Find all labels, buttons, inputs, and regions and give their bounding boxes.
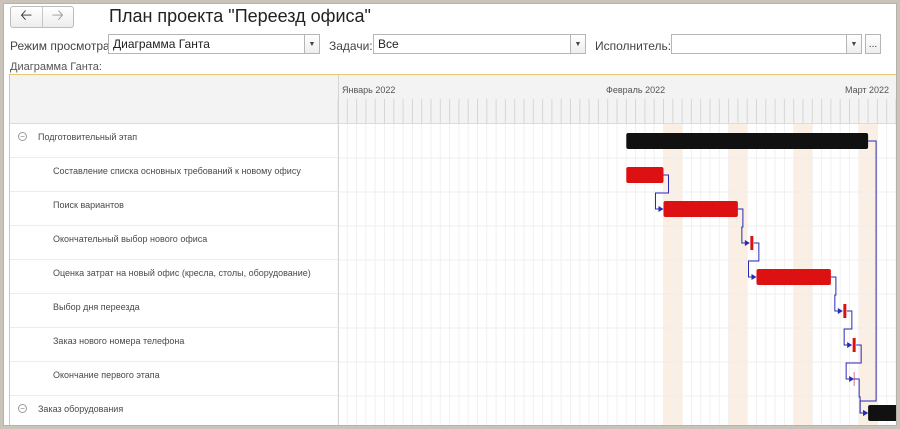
dependency-arrow xyxy=(658,206,664,212)
task-row[interactable]: Заказ нового номера телефона xyxy=(10,328,338,362)
task-name: Оценка затрат на новый офис (кресла, сто… xyxy=(53,268,311,278)
gantt-header: Январь 2022 Февраль 2022 Март 2022 xyxy=(10,75,896,124)
chevron-down-icon: ▼ xyxy=(850,40,858,48)
arrow-left-icon: 🡠 xyxy=(20,6,33,24)
tasks-select[interactable]: Все xyxy=(373,34,571,54)
dependency-arrow xyxy=(849,376,855,382)
task-name: Подготовительный этап xyxy=(38,132,138,142)
weekend-shade xyxy=(858,124,869,425)
summary-bar xyxy=(626,133,869,149)
milestone-marker xyxy=(852,338,856,352)
task-name: Окончание первого этапа xyxy=(53,370,160,380)
assignee-dropdown-button[interactable]: ▼ xyxy=(846,34,862,54)
tasks-dropdown-button[interactable]: ▼ xyxy=(570,34,586,54)
weekend-shade xyxy=(663,124,673,425)
gantt-section-label: Диаграмма Ганта: xyxy=(10,61,102,73)
task-bar xyxy=(663,201,738,217)
assignee-input[interactable] xyxy=(671,34,847,54)
back-button[interactable]: 🡠 xyxy=(11,7,43,27)
task-name: Заказ нового номера телефона xyxy=(53,336,185,346)
weekend-shade xyxy=(672,124,683,425)
view-mode-dropdown-button[interactable]: ▼ xyxy=(304,34,320,54)
navigation-buttons: 🡠 🡢 xyxy=(10,6,74,28)
collapse-icon[interactable]: − xyxy=(18,132,27,141)
task-row[interactable]: Составление списка основных требований к… xyxy=(10,158,338,192)
weekend-shade xyxy=(737,124,748,425)
task-name: Поиск вариантов xyxy=(53,200,124,210)
task-row[interactable]: − Подготовительный этап xyxy=(10,124,338,158)
collapse-icon[interactable]: − xyxy=(18,404,27,413)
task-row[interactable]: − Заказ оборудования xyxy=(10,396,338,425)
task-row[interactable]: Окончание первого этапа xyxy=(10,362,338,396)
task-name: Окончательный выбор нового офиса xyxy=(53,234,208,244)
dependency-arrow xyxy=(751,274,757,280)
gantt-splitter[interactable] xyxy=(338,75,339,425)
task-name: Выбор дня переезда xyxy=(53,302,140,312)
tasks-label: Задачи: xyxy=(329,39,373,53)
task-tree: − Подготовительный этап Составление списка… xyxy=(10,124,338,425)
assignee-select-button[interactable]: ... xyxy=(865,34,881,54)
task-row[interactable]: Оценка затрат на новый офис (кресла, сто… xyxy=(10,260,338,294)
arrow-right-icon: 🡢 xyxy=(51,6,64,24)
task-bar xyxy=(756,269,831,285)
task-row[interactable]: Окончательный выбор нового офиса xyxy=(10,226,338,260)
weekend-shade xyxy=(728,124,738,425)
task-name: Составление списка основных требований к… xyxy=(53,166,301,176)
view-mode-select[interactable]: Диаграмма Ганта xyxy=(108,34,305,54)
gantt-chart: Январь 2022 Февраль 2022 Март 2022 − Подг… xyxy=(9,74,896,425)
project-plan-window: 🡠 🡢 План проекта "Переезд офиса" Режим п… xyxy=(3,3,897,426)
milestone-marker xyxy=(843,304,847,318)
chevron-down-icon: ▼ xyxy=(308,40,316,48)
milestone-marker xyxy=(750,236,754,250)
task-row[interactable]: Выбор дня переезда xyxy=(10,294,338,328)
summary-bar xyxy=(868,405,896,421)
assignee-label: Исполнитель: xyxy=(595,39,672,53)
view-mode-label: Режим просмотра: xyxy=(10,39,114,53)
page-title: План проекта "Переезд офиса" xyxy=(109,6,371,26)
chevron-down-icon: ▼ xyxy=(574,40,582,48)
task-bar xyxy=(626,167,664,183)
forward-button[interactable]: 🡢 xyxy=(43,7,74,27)
task-name: Заказ оборудования xyxy=(38,404,124,414)
task-row[interactable]: Поиск вариантов xyxy=(10,192,338,226)
